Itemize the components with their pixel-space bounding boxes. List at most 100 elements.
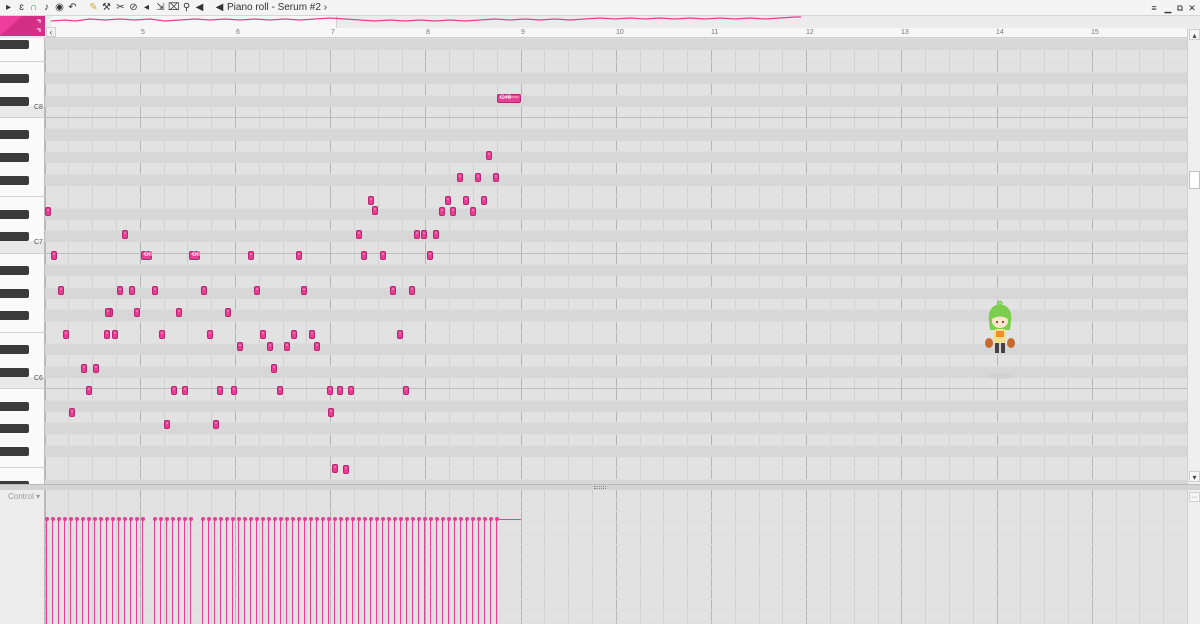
- velocity-stem[interactable]: [448, 519, 449, 624]
- midi-note[interactable]: [134, 308, 140, 317]
- velocity-stem[interactable]: [316, 519, 317, 624]
- velocity-handle[interactable]: [332, 517, 337, 521]
- midi-note[interactable]: [309, 330, 315, 339]
- velocity-stem[interactable]: [400, 519, 401, 624]
- velocity-handle[interactable]: [362, 517, 367, 521]
- velocity-stem[interactable]: [304, 519, 305, 624]
- velocity-handle[interactable]: [380, 517, 385, 521]
- scroll-left-button[interactable]: ‹: [46, 27, 56, 37]
- speaker-play-icon[interactable]: ◀: [214, 2, 225, 14]
- midi-note[interactable]: [414, 230, 420, 239]
- velocity-handle[interactable]: [176, 517, 181, 521]
- midi-note[interactable]: [51, 251, 57, 260]
- midi-note[interactable]: C#8: [497, 94, 521, 103]
- midi-note[interactable]: [122, 230, 128, 239]
- velocity-handle[interactable]: [212, 517, 217, 521]
- velocity-stem[interactable]: [412, 519, 413, 624]
- midi-note[interactable]: [328, 408, 334, 417]
- velocity-stem[interactable]: [442, 519, 443, 624]
- velocity-stem[interactable]: [364, 519, 365, 624]
- midi-note[interactable]: [368, 196, 374, 205]
- velocity-handle[interactable]: [158, 517, 163, 521]
- velocity-handle[interactable]: [122, 517, 127, 521]
- velocity-stem[interactable]: [376, 519, 377, 624]
- velocity-stem[interactable]: [352, 519, 353, 624]
- speaker-icon[interactable]: ◀: [194, 2, 205, 14]
- piano-keyboard[interactable]: C8 C7 C6: [0, 38, 45, 484]
- velocity-handle[interactable]: [50, 517, 55, 521]
- midi-note[interactable]: [254, 286, 260, 295]
- midi-note[interactable]: [159, 330, 165, 339]
- select-icon[interactable]: ⇲: [155, 2, 166, 14]
- velocity-stem[interactable]: [424, 519, 425, 624]
- velocity-stem[interactable]: [262, 519, 263, 624]
- velocity-handle[interactable]: [386, 517, 391, 521]
- midi-note[interactable]: [117, 286, 123, 295]
- velocity-stem[interactable]: [76, 519, 77, 624]
- midi-note[interactable]: [81, 364, 87, 373]
- velocity-stem[interactable]: [142, 519, 143, 624]
- velocity-handle[interactable]: [134, 517, 139, 521]
- velocity-stem[interactable]: [64, 519, 65, 624]
- pencil-draw-icon[interactable]: ✎: [88, 2, 99, 14]
- velocity-stem[interactable]: [484, 519, 485, 624]
- black-key[interactable]: [0, 311, 29, 321]
- scroll-down-button[interactable]: ▾: [1189, 471, 1200, 482]
- velocity-handle[interactable]: [170, 517, 175, 521]
- velocity-stem[interactable]: [286, 519, 287, 624]
- velocity-stem[interactable]: [112, 519, 113, 624]
- black-key[interactable]: [0, 175, 29, 185]
- midi-note[interactable]: [105, 308, 111, 317]
- velocity-stem[interactable]: [166, 519, 167, 624]
- velocity-lane[interactable]: [45, 490, 1187, 624]
- velocity-stem[interactable]: [184, 519, 185, 624]
- midi-note[interactable]: [217, 386, 223, 395]
- minimize-button[interactable]: ▁: [1163, 2, 1173, 14]
- velocity-handle[interactable]: [284, 517, 289, 521]
- velocity-handle[interactable]: [326, 517, 331, 521]
- midi-note[interactable]: [152, 286, 158, 295]
- zoom-icon[interactable]: ⚲: [181, 2, 192, 14]
- black-key[interactable]: [0, 40, 29, 49]
- midi-note[interactable]: [93, 364, 99, 373]
- velocity-handle[interactable]: [314, 517, 319, 521]
- midi-note[interactable]: [470, 207, 476, 216]
- midi-note[interactable]: [327, 386, 333, 395]
- velocity-stem[interactable]: [478, 519, 479, 624]
- midi-note[interactable]: [207, 330, 213, 339]
- midi-note[interactable]: [267, 342, 273, 351]
- velocity-stem[interactable]: [394, 519, 395, 624]
- velocity-stem[interactable]: [232, 519, 233, 624]
- velocity-stem[interactable]: [250, 519, 251, 624]
- velocity-stem[interactable]: [460, 519, 461, 624]
- velocity-stem[interactable]: [118, 519, 119, 624]
- velocity-stem[interactable]: [382, 519, 383, 624]
- slice-icon[interactable]: ⌧: [168, 2, 180, 14]
- black-key[interactable]: [0, 153, 29, 162]
- title-chevron-icon[interactable]: ›: [324, 2, 327, 13]
- midi-note[interactable]: [421, 230, 427, 239]
- midi-note[interactable]: [164, 420, 170, 429]
- velocity-handle[interactable]: [296, 517, 301, 521]
- midi-note[interactable]: [457, 173, 463, 182]
- velocity-handle[interactable]: [278, 517, 283, 521]
- midi-note[interactable]: [493, 173, 499, 182]
- mute-icon[interactable]: ⊘: [128, 2, 139, 14]
- velocity-handle[interactable]: [188, 517, 193, 521]
- midi-note[interactable]: G6: [189, 251, 200, 260]
- control-options-button[interactable]: ···: [1189, 492, 1200, 502]
- midi-note[interactable]: [129, 286, 135, 295]
- midi-note[interactable]: [433, 230, 439, 239]
- midi-note[interactable]: [445, 196, 451, 205]
- midi-note[interactable]: [427, 251, 433, 260]
- velocity-handle[interactable]: [152, 517, 157, 521]
- velocity-stem[interactable]: [496, 519, 497, 624]
- velocity-handle[interactable]: [482, 517, 487, 521]
- more-icon[interactable]: ≡: [1149, 2, 1159, 14]
- velocity-handle[interactable]: [392, 517, 397, 521]
- velocity-handle[interactable]: [368, 517, 373, 521]
- velocity-handle[interactable]: [428, 517, 433, 521]
- velocity-handle[interactable]: [68, 517, 73, 521]
- velocity-stem[interactable]: [418, 519, 419, 624]
- velocity-stem[interactable]: [46, 519, 47, 624]
